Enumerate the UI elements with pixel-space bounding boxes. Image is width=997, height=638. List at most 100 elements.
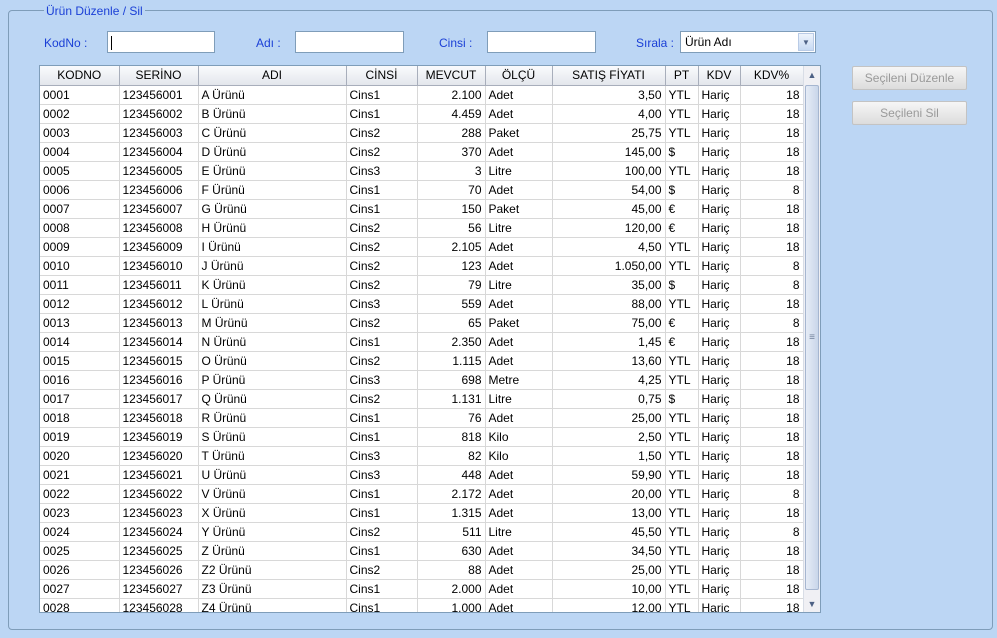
table-row[interactable]: 0016 123456016 P Ürünü Cins3 698 Metre 4,25 YTL… [40, 370, 804, 390]
delete-selected-button[interactable]: Seçileni Sil [852, 101, 967, 125]
cell-olcu: Litre [485, 522, 553, 542]
column-header-mevcut[interactable]: MEVCUT [417, 66, 486, 86]
cell-serino: 123456023 [119, 503, 199, 523]
cell-serino: 123456015 [119, 351, 199, 371]
cell-mevcut: 1.000 [417, 598, 486, 612]
adi-input[interactable] [295, 31, 404, 53]
table-row[interactable]: 0013 123456013 M Ürünü Cins2 65 Paket 75,00 € Ha… [40, 313, 804, 333]
column-header-satis-fiyati[interactable]: SATIŞ FİYATI [552, 66, 666, 86]
cell-mevcut: 123 [417, 256, 486, 276]
column-header-kdv[interactable]: KDV [698, 66, 741, 86]
table-row[interactable]: 0012 123456012 L Ürünü Cins3 559 Adet 88,00 YTL… [40, 294, 804, 314]
cell-kdv: Hariç [698, 256, 741, 276]
cell-pt: YTL [665, 237, 699, 257]
cell-adi: U Ürünü [198, 465, 347, 485]
cell-pt: YTL [665, 85, 699, 105]
table-row[interactable]: 0015 123456015 O Ürünü Cins2 1.115 Adet 13,60 Y… [40, 351, 804, 371]
cell-pt: YTL [665, 427, 699, 447]
cell-kdv-yuzde: 18 [740, 104, 804, 124]
kodno-input[interactable] [107, 31, 215, 53]
table-row[interactable]: 0023 123456023 X Ürünü Cins1 1.315 Adet 13,00 Y… [40, 503, 804, 523]
cell-kodno: 0001 [40, 85, 120, 105]
table-row[interactable]: 0006 123456006 F Ürünü Cins1 70 Adet 54,00 $ Har… [40, 180, 804, 200]
chevron-down-icon[interactable]: ▼ [798, 33, 814, 51]
cell-kodno: 0021 [40, 465, 120, 485]
table-row[interactable]: 0011 123456011 K Ürünü Cins2 79 Litre 35,00 $ Ha… [40, 275, 804, 295]
table-row[interactable]: 0007 123456007 G Ürünü Cins1 150 Paket 45,00 € H… [40, 199, 804, 219]
products-grid[interactable]: KODNO SERİNO ADI CİNSİ MEVCUT ÖLÇÜ SATIŞ FİYAT… [39, 65, 821, 613]
table-row[interactable]: 0019 123456019 S Ürünü Cins1 818 Kilo 2,50 YTL H… [40, 427, 804, 447]
cell-pt: YTL [665, 408, 699, 428]
cell-satis-fiyati: 1.050,00 [552, 256, 666, 276]
cell-serino: 123456027 [119, 579, 199, 599]
table-row[interactable]: 0014 123456014 N Ürünü Cins1 2.350 Adet 1,45 € H… [40, 332, 804, 352]
table-row[interactable]: 0008 123456008 H Ürünü Cins2 56 Litre 120,00 € H… [40, 218, 804, 238]
scroll-thumb[interactable]: ≡ [805, 85, 819, 590]
cell-cinsi: Cins2 [346, 218, 418, 238]
table-row[interactable]: 0003 123456003 C Ürünü Cins2 288 Paket 25,75 YT… [40, 123, 804, 143]
table-row[interactable]: 0026 123456026 Z2 Ürünü Cins2 88 Adet 25,00 YTL… [40, 560, 804, 580]
table-row[interactable]: 0010 123456010 J Ürünü Cins2 123 Adet 1.050,00… [40, 256, 804, 276]
cell-mevcut: 2.000 [417, 579, 486, 599]
column-header-kodno[interactable]: KODNO [40, 66, 120, 86]
cell-adi: D Ürünü [198, 142, 347, 162]
cell-olcu: Adet [485, 351, 553, 371]
cell-serino: 123456028 [119, 598, 199, 612]
table-row[interactable]: 0005 123456005 E Ürünü Cins3 3 Litre 100,00 YTL… [40, 161, 804, 181]
cell-kodno: 0003 [40, 123, 120, 143]
cell-adi: Z3 Ürünü [198, 579, 347, 599]
scroll-up-icon[interactable]: ▲ [804, 66, 820, 83]
cell-mevcut: 511 [417, 522, 486, 542]
table-row[interactable]: 0025 123456025 Z Ürünü Cins1 630 Adet 34,50 YTL… [40, 541, 804, 561]
cell-cinsi: Cins1 [346, 427, 418, 447]
cell-mevcut: 76 [417, 408, 486, 428]
table-row[interactable]: 0018 123456018 R Ürünü Cins1 76 Adet 25,00 YTL H… [40, 408, 804, 428]
products-table: KODNO SERİNO ADI CİNSİ MEVCUT ÖLÇÜ SATIŞ FİYAT… [40, 66, 804, 612]
scroll-down-icon[interactable]: ▼ [804, 595, 820, 612]
cell-kodno: 0005 [40, 161, 120, 181]
cell-satis-fiyati: 88,00 [552, 294, 666, 314]
cell-cinsi: Cins2 [346, 560, 418, 580]
sort-select[interactable]: Ürün Adı ▼ [680, 31, 816, 53]
column-header-adi[interactable]: ADI [198, 66, 347, 86]
cell-cinsi: Cins2 [346, 142, 418, 162]
cell-olcu: Litre [485, 161, 553, 181]
cell-adi: P Ürünü [198, 370, 347, 390]
cell-kdv-yuzde: 18 [740, 465, 804, 485]
cinsi-input[interactable] [487, 31, 596, 53]
cell-cinsi: Cins3 [346, 446, 418, 466]
edit-selected-button[interactable]: Seçileni Düzenle [852, 66, 967, 90]
column-header-olcu[interactable]: ÖLÇÜ [485, 66, 553, 86]
column-header-cinsi[interactable]: CİNSİ [346, 66, 418, 86]
cell-adi: B Ürünü [198, 104, 347, 124]
cell-pt: YTL [665, 465, 699, 485]
table-row[interactable]: 0001 123456001 A Ürünü Cins1 2.100 Adet 3,50 YT… [40, 85, 804, 105]
vertical-scrollbar[interactable]: ▲ ≡ ▼ [803, 66, 820, 612]
table-row[interactable]: 0027 123456027 Z3 Ürünü Cins1 2.000 Adet 10,00… [40, 579, 804, 599]
column-header-serino[interactable]: SERİNO [119, 66, 199, 86]
table-row[interactable]: 0021 123456021 U Ürünü Cins3 448 Adet 59,90 YTL… [40, 465, 804, 485]
table-row[interactable]: 0004 123456004 D Ürünü Cins2 370 Adet 145,00 $ H… [40, 142, 804, 162]
table-row[interactable]: 0009 123456009 I Ürünü Cins2 2.105 Adet 4,50 YT… [40, 237, 804, 257]
table-row[interactable]: 0024 123456024 Y Ürünü Cins2 511 Litre 45,50 YT… [40, 522, 804, 542]
cell-kdv: Hariç [698, 142, 741, 162]
cell-serino: 123456016 [119, 370, 199, 390]
cell-cinsi: Cins1 [346, 199, 418, 219]
cell-satis-fiyati: 3,50 [552, 85, 666, 105]
cell-pt: YTL [665, 370, 699, 390]
table-row[interactable]: 0028 123456028 Z4 Ürünü Cins1 1.000 Adet 12,00… [40, 598, 804, 612]
cell-satis-fiyati: 25,00 [552, 408, 666, 428]
table-row[interactable]: 0002 123456002 B Ürünü Cins1 4.459 Adet 4,00 YT… [40, 104, 804, 124]
cell-serino: 123456021 [119, 465, 199, 485]
cell-adi: V Ürünü [198, 484, 347, 504]
column-header-pt[interactable]: PT [665, 66, 699, 86]
cell-cinsi: Cins3 [346, 294, 418, 314]
cell-kdv-yuzde: 18 [740, 237, 804, 257]
cell-mevcut: 698 [417, 370, 486, 390]
table-row[interactable]: 0022 123456022 V Ürünü Cins1 2.172 Adet 20,00 Y… [40, 484, 804, 504]
column-header-kdv-yuzde[interactable]: KDV% [740, 66, 804, 86]
table-row[interactable]: 0020 123456020 T Ürünü Cins3 82 Kilo 1,50 YTL Ha… [40, 446, 804, 466]
cell-cinsi: Cins2 [346, 123, 418, 143]
table-row[interactable]: 0017 123456017 Q Ürünü Cins2 1.131 Litre 0,75 $… [40, 389, 804, 409]
cell-pt: $ [665, 180, 699, 200]
